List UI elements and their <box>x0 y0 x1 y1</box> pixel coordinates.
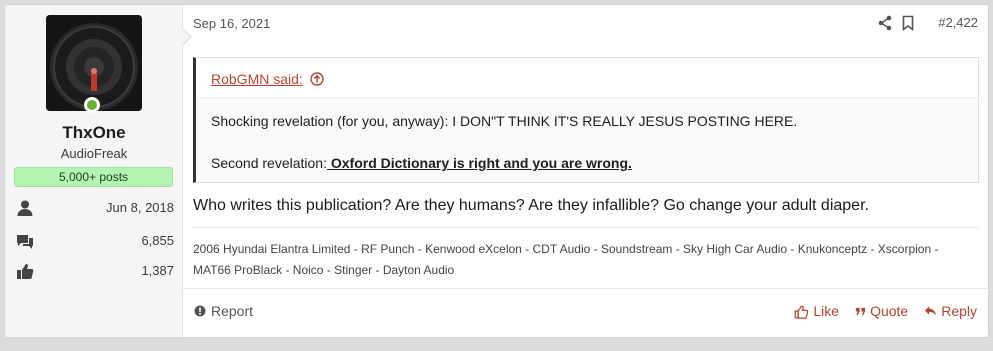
posts-badge: 5,000+ posts <box>14 167 173 187</box>
like-button[interactable]: Like <box>794 303 839 319</box>
online-status-icon <box>84 97 100 113</box>
quote-author-link[interactable]: RobGMN said: <box>211 71 303 87</box>
signature: 2006 Hyundai Elantra Limited - RF Punch … <box>193 242 939 277</box>
arrow-up-circle-icon[interactable] <box>310 72 324 89</box>
quote-header: RobGMN said: <box>196 58 978 98</box>
stat-messages: 6,855 <box>5 231 183 251</box>
reply-button[interactable]: Reply <box>924 303 977 319</box>
joined-date: Jun 8, 2018 <box>106 200 174 215</box>
quote-icon <box>855 307 866 315</box>
reaction-score: 1,387 <box>141 263 174 278</box>
quote-body: Shocking revelation (for you, anyway): I… <box>196 98 978 174</box>
reply-label: Reply <box>941 303 977 319</box>
quote-line-2-bold: Oxford Dictionary is right and you are w… <box>326 155 632 171</box>
post-actions-top: #2,422 <box>878 15 978 33</box>
bookmark-icon[interactable] <box>902 15 914 36</box>
reply-icon <box>925 306 937 316</box>
post-message: Who writes this publication? Are they hu… <box>193 197 869 214</box>
user-info-column: ThxOne AudioFreak 5,000+ posts Jun 8, 20… <box>5 5 183 337</box>
quote-label: Quote <box>870 303 909 319</box>
forum-post: ThxOne AudioFreak 5,000+ posts Jun 8, 20… <box>4 4 989 338</box>
report-button[interactable]: Report <box>194 303 253 319</box>
quote-line-2: Second revelation: Oxford Dictionary is … <box>211 153 963 174</box>
quote-line-1: Shocking revelation (for you, anyway): I… <box>211 113 798 129</box>
stat-joined: Jun 8, 2018 <box>5 198 183 218</box>
user-icon <box>16 199 34 217</box>
signature-divider <box>193 227 979 228</box>
share-icon[interactable] <box>878 15 892 36</box>
report-label: Report <box>211 303 254 319</box>
quote-block: RobGMN said: Shocking revelation (for yo… <box>193 57 979 183</box>
quote-line-2-prefix: Second revelation: <box>211 155 327 171</box>
post-main: Sep 16, 2021 #2,422 RobGMN said: Shockin… <box>183 5 988 337</box>
post-date[interactable]: Sep 16, 2021 <box>193 16 270 31</box>
quote-button[interactable]: Quote <box>855 303 908 319</box>
stat-reactions: 1,387 <box>5 261 183 281</box>
thumbs-up-outline-icon <box>795 304 809 319</box>
warning-icon <box>194 305 206 317</box>
user-title: AudioFreak <box>60 146 128 161</box>
footer-actions: Like Quote Reply <box>794 303 977 319</box>
post-number[interactable]: #2,422 <box>938 15 978 30</box>
like-label: Like <box>813 303 840 319</box>
message-count: 6,855 <box>141 233 174 248</box>
messages-icon <box>16 232 34 250</box>
thumbs-up-icon <box>16 262 34 280</box>
username[interactable]: ThxOne <box>5 123 183 143</box>
footer-divider <box>183 288 988 289</box>
